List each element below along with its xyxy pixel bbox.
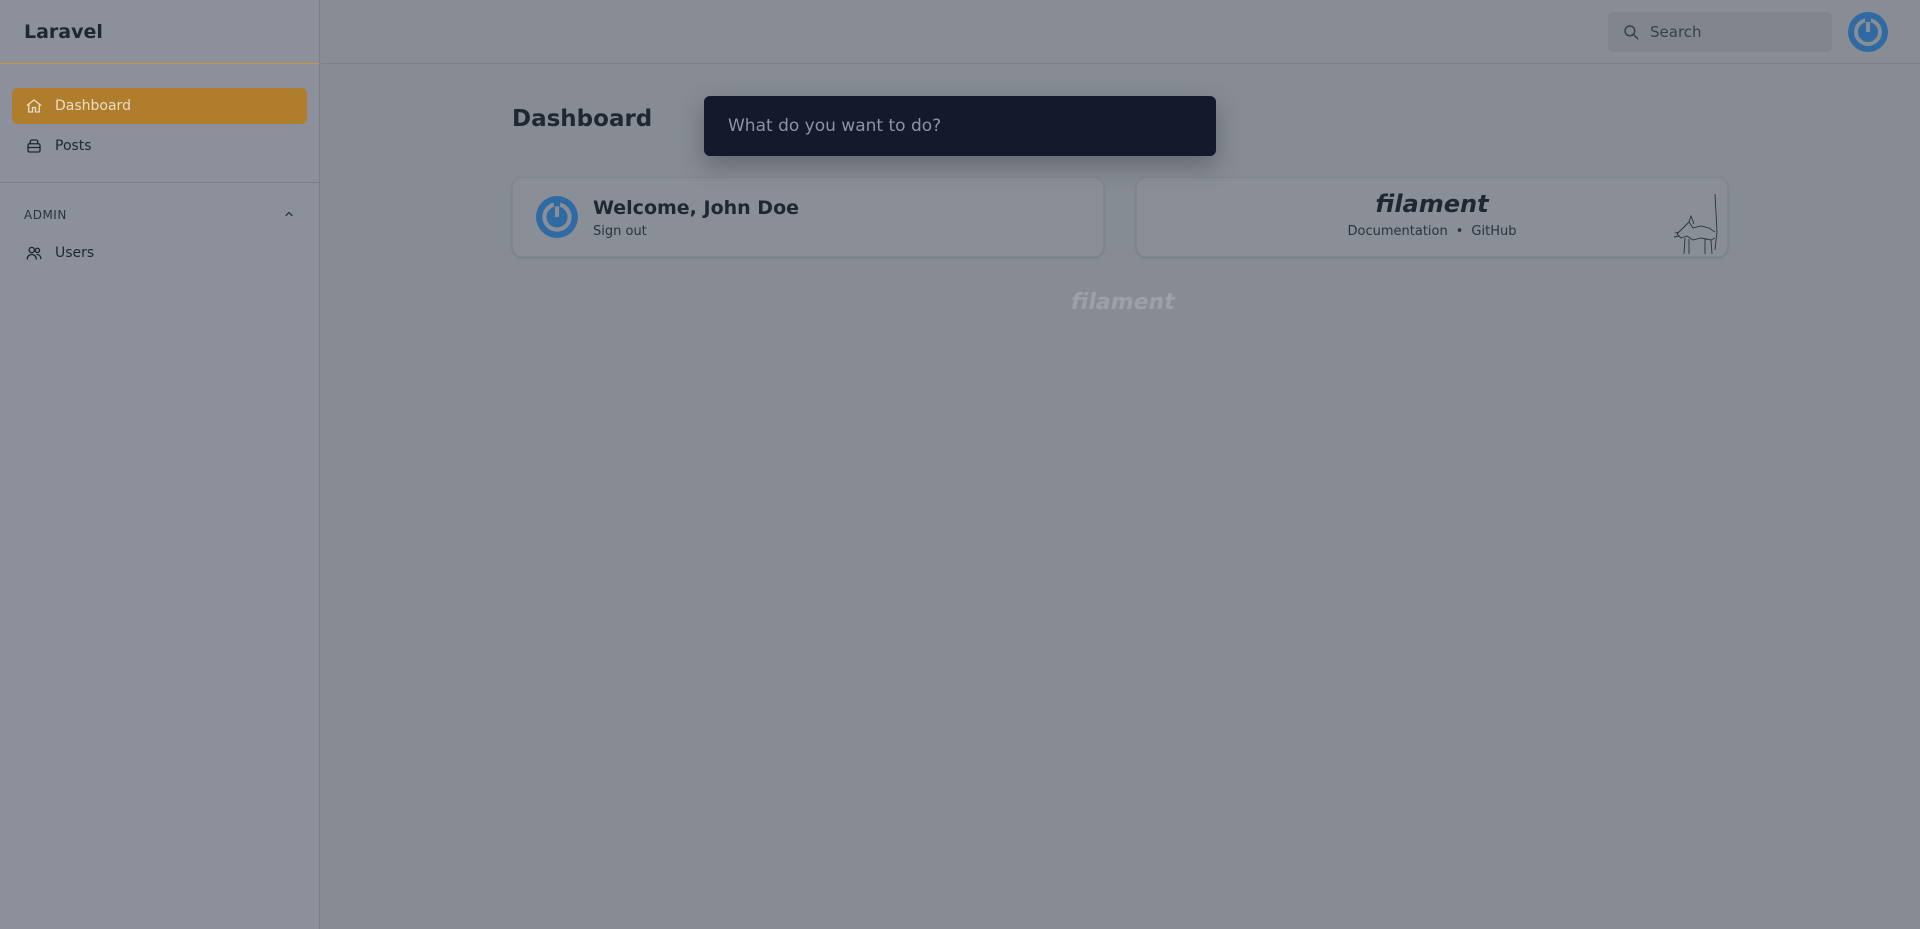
sidebar-divider — [0, 182, 319, 183]
home-icon — [24, 96, 44, 116]
inbox-icon — [24, 136, 44, 156]
avatar — [536, 196, 578, 238]
filament-logo[interactable]: filament — [1137, 190, 1727, 218]
filament-links: Documentation • GitHub — [1137, 224, 1727, 239]
documentation-link[interactable]: Documentation — [1348, 224, 1448, 239]
sidebar-item-dashboard[interactable]: Dashboard — [12, 88, 307, 124]
user-avatar[interactable] — [1848, 12, 1888, 52]
search-icon — [1622, 23, 1640, 41]
sidebar-group-admin[interactable]: ADMIN — [12, 201, 307, 229]
sign-out-link[interactable]: Sign out — [593, 224, 647, 239]
filament-info-card: filament Documentation • GitHub — [1136, 177, 1728, 257]
chevron-up-icon — [283, 208, 295, 223]
search-placeholder: Search — [1650, 23, 1702, 41]
sidebar: Laravel Dashboard Posts ADMIN Users — [0, 0, 320, 929]
separator-dot: • — [1455, 224, 1464, 239]
sidebar-item-label: Users — [55, 245, 95, 261]
sidebar-item-users[interactable]: Users — [12, 235, 307, 271]
global-search[interactable]: Search — [1608, 12, 1832, 52]
sidebar-item-posts[interactable]: Posts — [12, 128, 307, 164]
users-icon — [24, 243, 44, 263]
command-palette[interactable] — [704, 96, 1216, 156]
footer-filament-logo[interactable]: filament — [1071, 290, 1175, 315]
sidebar-item-label: Dashboard — [55, 98, 131, 114]
command-palette-input[interactable] — [728, 116, 1216, 136]
welcome-card: Welcome, John Doe Sign out — [512, 177, 1104, 257]
sidebar-group-label: ADMIN — [24, 208, 67, 222]
page-title: Dashboard — [512, 106, 653, 132]
welcome-greeting: Welcome, John Doe — [593, 197, 800, 219]
mascot-illustration — [1671, 192, 1721, 256]
sidebar-item-label: Posts — [55, 138, 92, 154]
github-link[interactable]: GitHub — [1471, 224, 1516, 239]
sidebar-nav: Dashboard Posts ADMIN Users — [0, 64, 319, 271]
brand-logo[interactable]: Laravel — [0, 0, 319, 64]
